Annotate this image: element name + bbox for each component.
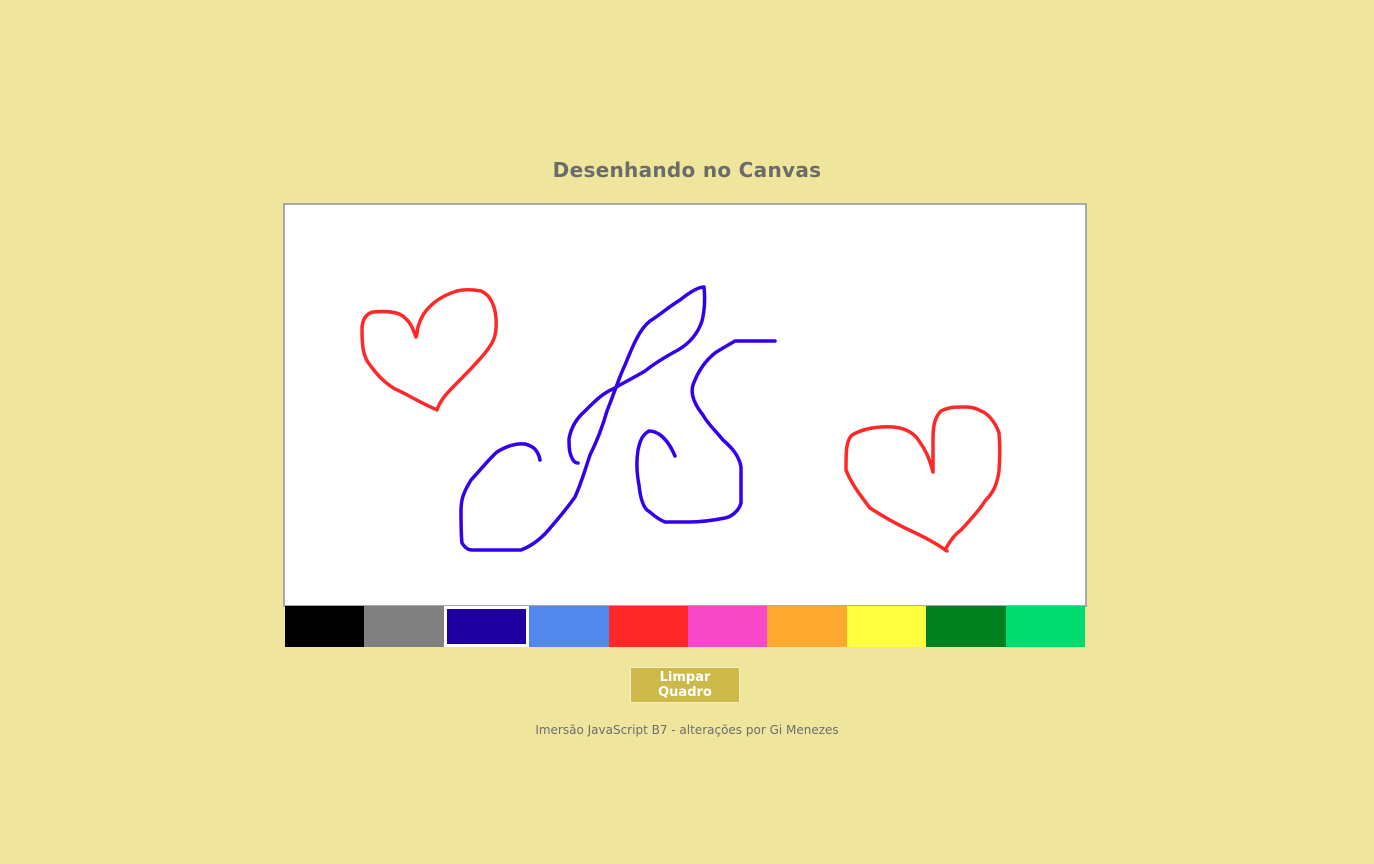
color-swatch-light-blue[interactable] bbox=[529, 606, 609, 647]
color-swatch-black[interactable] bbox=[285, 606, 364, 647]
heart-right-stroke bbox=[844, 405, 1002, 553]
color-swatch-red[interactable] bbox=[609, 606, 688, 647]
drawing-layer bbox=[360, 285, 1002, 553]
heart-left-stroke bbox=[360, 288, 498, 412]
letter-b-stroke bbox=[635, 339, 777, 524]
color-swatch-orange[interactable] bbox=[767, 606, 847, 647]
page: Desenhando no Canvas Limpar Quadro Imers… bbox=[0, 0, 1374, 864]
footer-credit: Imersão JavaScript B7 - alterações por G… bbox=[535, 723, 839, 737]
page-title: Desenhando no Canvas bbox=[552, 158, 822, 182]
color-swatch-light-green[interactable] bbox=[1006, 606, 1085, 647]
color-swatch-pink[interactable] bbox=[688, 606, 767, 647]
drawing-canvas[interactable] bbox=[283, 203, 1087, 607]
color-palette bbox=[285, 606, 1085, 647]
color-swatch-yellow[interactable] bbox=[847, 606, 926, 647]
clear-board-button[interactable]: Limpar Quadro bbox=[630, 667, 740, 703]
color-swatch-dark-blue[interactable] bbox=[444, 606, 529, 647]
color-swatch-dark-green[interactable] bbox=[926, 606, 1006, 647]
color-swatch-gray[interactable] bbox=[364, 606, 444, 647]
